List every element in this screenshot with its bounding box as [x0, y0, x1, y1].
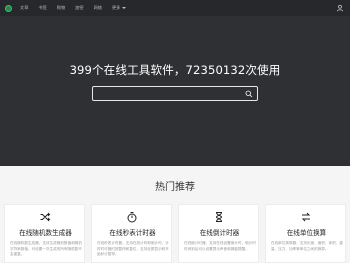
card-desc: 在线单位换算器，支持长度、面积、体积、重量、压力、功率等单位之间的换算。 — [271, 241, 343, 251]
chevron-down-icon — [122, 7, 127, 9]
nav-more-label: 更多 — [111, 5, 121, 10]
card-title: 在线单位换算 — [286, 229, 327, 237]
nav-item-network[interactable]: 网络 — [94, 0, 102, 16]
card-title: 在线倒计时器 — [199, 229, 240, 237]
user-icon[interactable] — [336, 4, 344, 12]
nav-item-articles[interactable]: 文章 — [20, 0, 28, 16]
top-navbar: 文章 书签 购物 加密 网络 更多 — [0, 0, 350, 16]
tool-card[interactable]: 在线单位换算 在线单位换算器，支持长度、面积、体积、重量、压力、功率等单位之间的… — [265, 204, 346, 263]
nav-item-encrypt[interactable]: 加密 — [75, 0, 83, 16]
recommend-cards: 在线随机数生成器 在线随机数生成器，支持生成随机数值和随机字符串数值，可设置一次… — [4, 204, 346, 263]
nav-more-dropdown[interactable]: 更多 — [111, 0, 127, 16]
stopwatch-icon — [127, 212, 137, 223]
card-desc: 在线随机数生成器，支持生成随机数值和随机字符串数值，可设置一次生成的所有随机数不… — [10, 241, 82, 257]
nav-item-bookmarks[interactable]: 书签 — [38, 0, 46, 16]
search-box[interactable] — [92, 86, 258, 101]
hero-title: 399个在线工具软件，72350132次使用 — [69, 63, 281, 77]
site-logo[interactable] — [5, 4, 12, 12]
search-input[interactable] — [97, 89, 237, 99]
search-icon[interactable] — [245, 90, 253, 98]
card-desc: 在线秒表计时器，支持在线计时和倒计时，计时时可随时按暂停和复位，支持全屏显示和开… — [97, 241, 169, 257]
unit-convert-icon — [301, 212, 311, 222]
tool-card[interactable]: 在线秒表计时器 在线秒表计时器，支持在线计时和倒计时，计时时可随时按暂停和复位，… — [91, 204, 172, 263]
section-title: 热门推荐 — [155, 182, 195, 193]
tool-card[interactable]: 在线随机数生成器 在线随机数生成器，支持生成随机数值和随机字符串数值，可设置一次… — [4, 204, 85, 263]
card-desc: 在线倒计时器，支持在线设置倒计时，倒计时时间到后可以设置提示声音和弹窗提醒。 — [184, 241, 256, 251]
nav-item-shopping[interactable]: 购物 — [57, 0, 65, 16]
card-title: 在线秒表计时器 — [109, 229, 156, 237]
tool-card[interactable]: 在线倒计时器 在线倒计时器，支持在线设置倒计时，倒计时时间到后可以设置提示声音和… — [178, 204, 259, 263]
card-title: 在线随机数生成器 — [19, 229, 72, 237]
hero-banner: 399个在线工具软件，72350132次使用 — [0, 16, 350, 166]
hourglass-icon — [215, 212, 223, 222]
shuffle-icon — [40, 212, 51, 222]
